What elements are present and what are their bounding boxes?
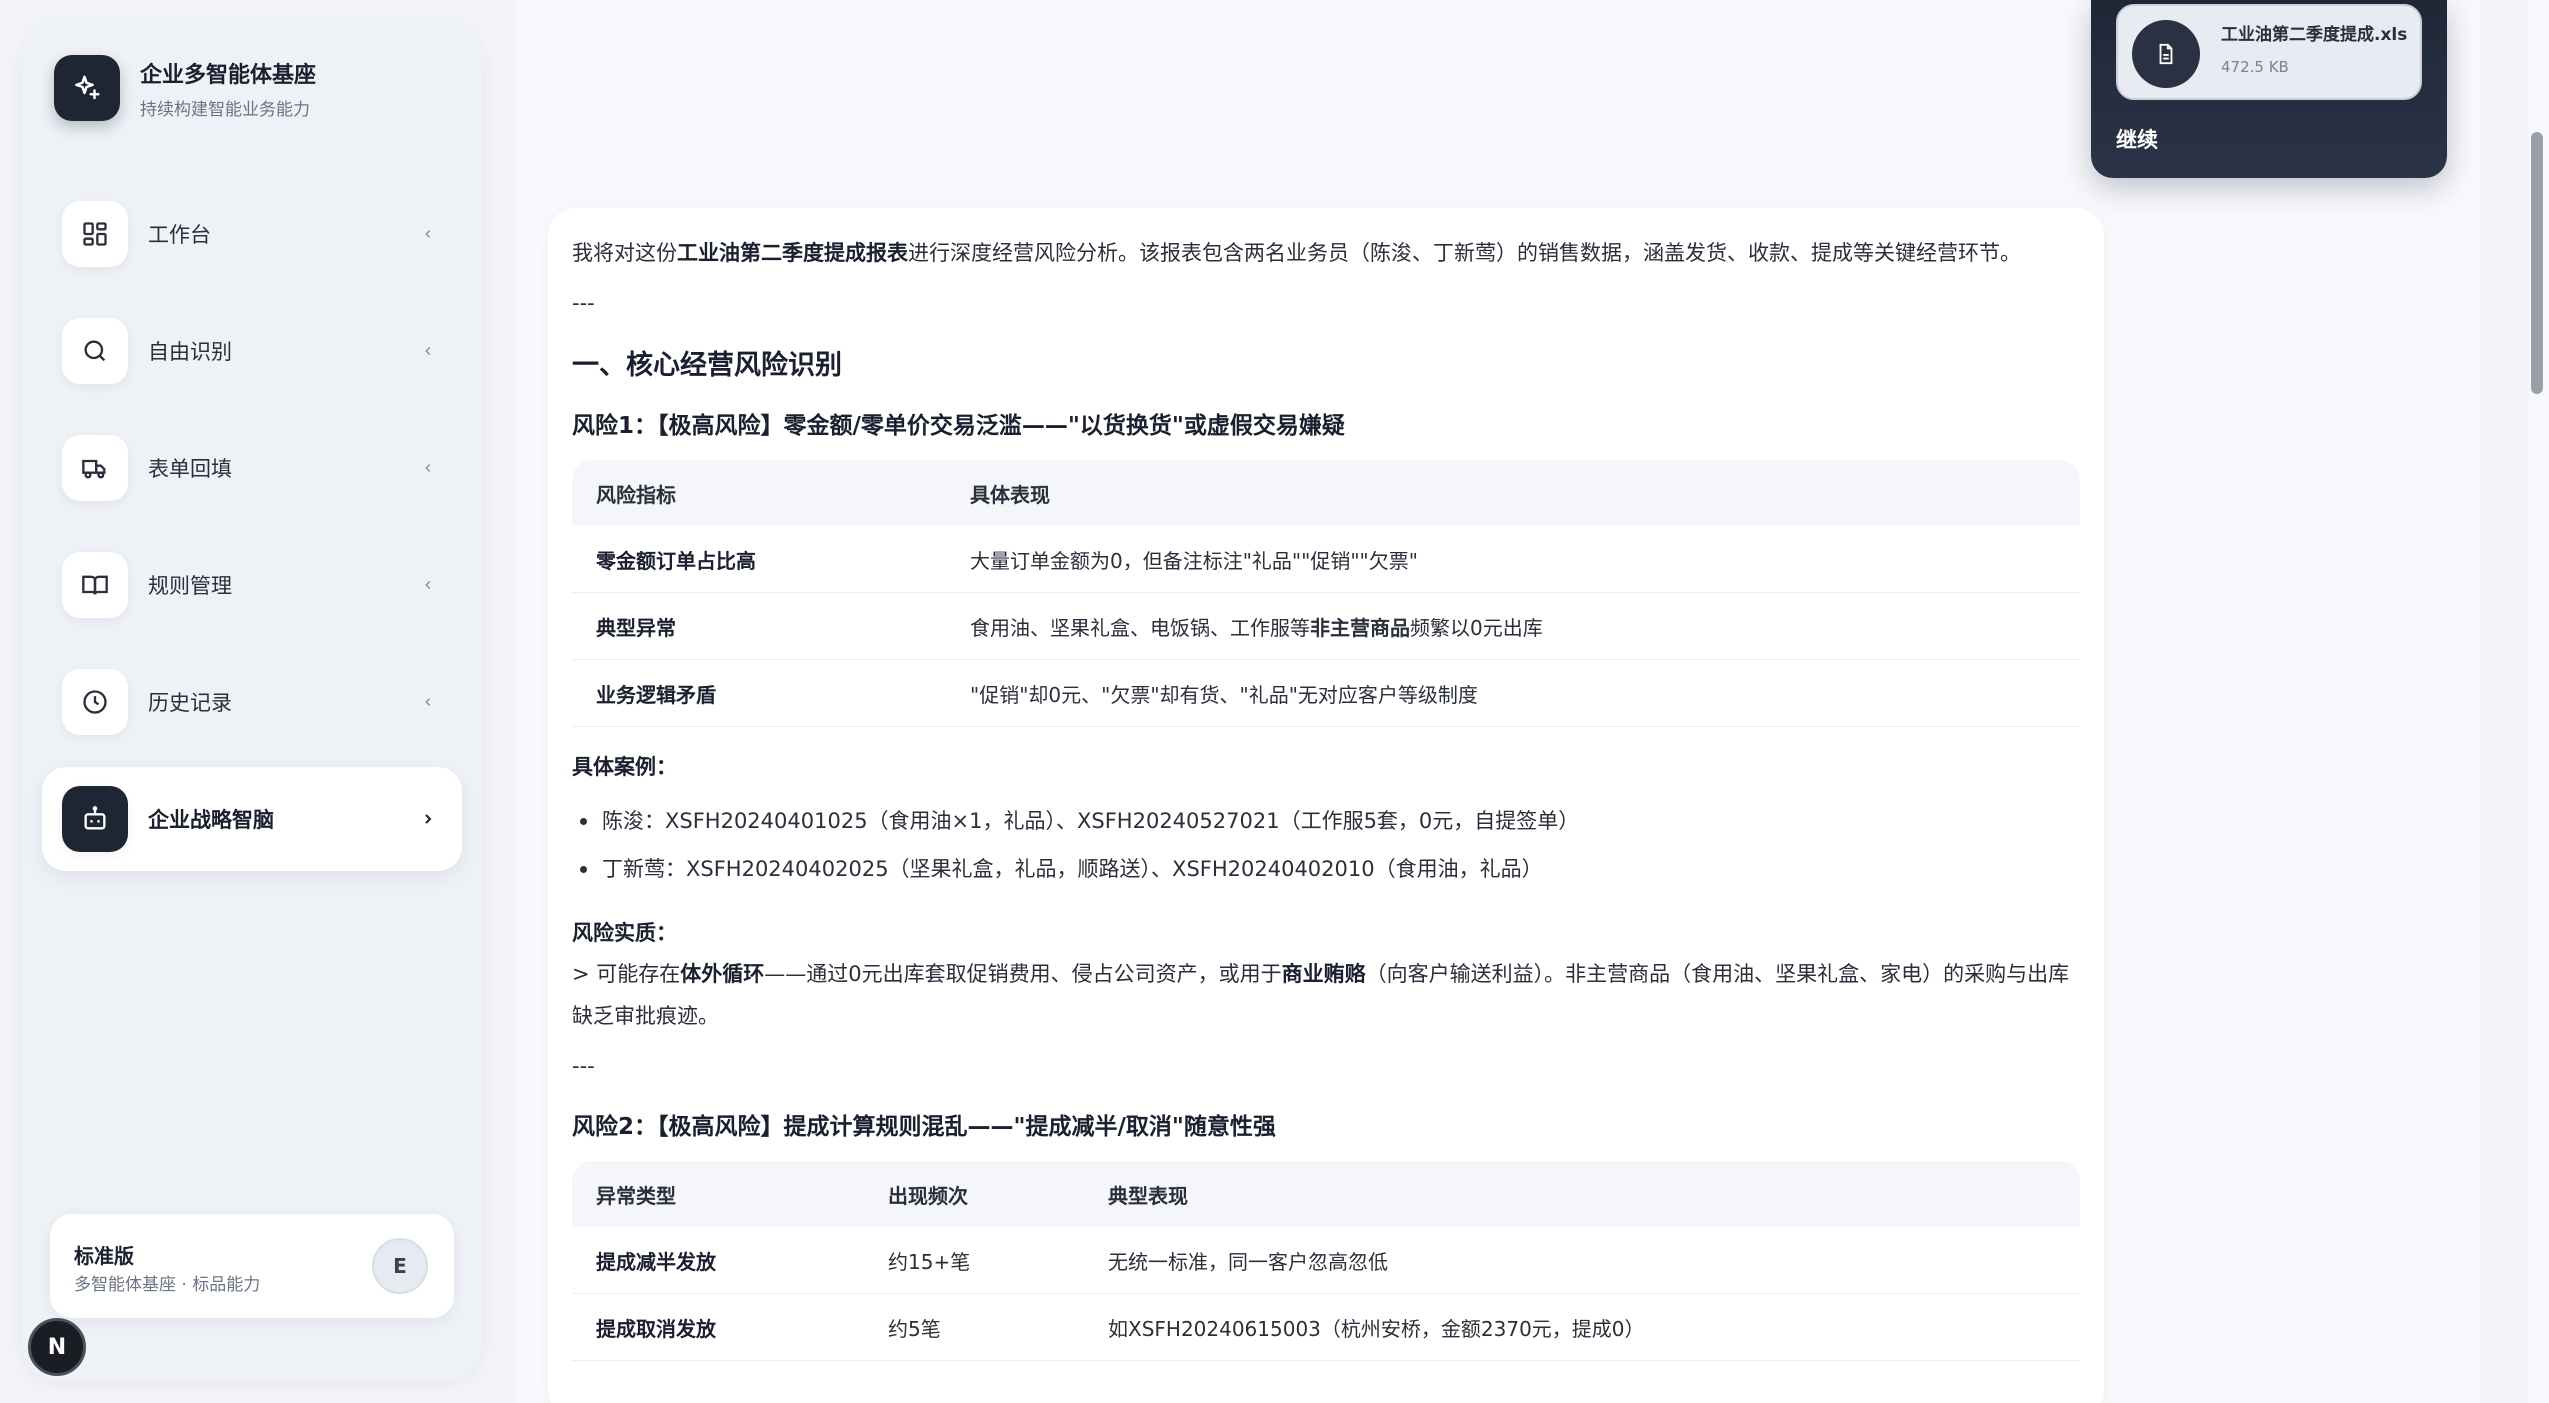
sidebar-item-label: 企业战略智脑 (148, 808, 274, 832)
message-card: 我将对这份工业油第二季度提成报表进行深度经营风险分析。该报表包含两名业务员（陈浚… (548, 208, 2104, 1403)
sidebar-item-free-recognition[interactable]: 自由识别 (42, 299, 462, 403)
chevron-left-icon (418, 224, 438, 244)
intro-text: 我将对这份 (572, 241, 677, 265)
plan-name: 标准版 (74, 1244, 134, 1268)
sidebar-item-label: 表单回填 (148, 457, 232, 481)
table-cell: 零金额订单占比高 (572, 526, 946, 593)
table-cell: 约5笔 (864, 1294, 1084, 1361)
chevron-right-icon (418, 809, 438, 829)
file-name: 工业油第二季度提成.xls (2221, 25, 2408, 45)
sidebar-item-history[interactable]: 历史记录 (42, 650, 462, 754)
table-row: 提成减半发放 约15+笔 无统一标准，同一客户忽高忽低 (572, 1227, 2080, 1294)
table-cell: "促销"却0元、"欠票"却有货、"礼品"无对应客户等级制度 (946, 660, 2080, 727)
plan-description: 多智能体基座 · 标品能力 (74, 1275, 261, 1295)
clock-icon (62, 669, 128, 735)
table-cell: 提成取消发放 (572, 1294, 864, 1361)
brand-subtitle: 持续构建智能业务能力 (140, 99, 310, 120)
chevron-left-icon (418, 692, 438, 712)
table-cell: 食用油、坚果礼盒、电饭锅、工作服等非主营商品频繁以0元出库 (946, 593, 2080, 660)
intro-bold: 工业油第二季度提成报表 (677, 241, 908, 265)
sidebar-item-label: 规则管理 (148, 574, 232, 598)
robot-icon (62, 786, 128, 852)
file-size: 472.5 KB (2221, 58, 2289, 76)
table-cell: 约15+笔 (864, 1227, 1084, 1294)
sidebar-item-rule-management[interactable]: 规则管理 (42, 533, 462, 637)
risk-title: 风险2：【极高风险】提成计算规则混乱——"提成减半/取消"随意性强 (572, 1114, 1276, 1140)
intro-paragraph: 我将对这份工业油第二季度提成报表进行深度经营风险分析。该报表包含两名业务员（陈浚… (572, 232, 2080, 274)
table-header: 出现频次 (864, 1161, 1084, 1227)
avatar[interactable]: E (372, 1238, 428, 1294)
separator: --- (572, 291, 595, 315)
risk-title: 风险1：【极高风险】零金额/零单价交易泛滥——"以货换货"或虚假交易嫌疑 (572, 413, 1345, 439)
brand: 企业多智能体基座 持续构建智能业务能力 (54, 55, 316, 121)
file-attachment[interactable]: 工业油第二季度提成.xls 472.5 KB (2116, 4, 2422, 100)
intro-text: 进行深度经营风险分析。该报表包含两名业务员（陈浚、丁新莺）的销售数据，涵盖发货、… (908, 241, 2021, 265)
table-cell: 典型异常 (572, 593, 946, 660)
continue-button[interactable]: 继续 (2116, 124, 2158, 154)
scrollbar-thumb[interactable] (2531, 132, 2543, 394)
table-row: 业务逻辑矛盾 "促销"却0元、"欠票"却有货、"礼品"无对应客户等级制度 (572, 660, 2080, 727)
table-row: 典型异常 食用油、坚果礼盒、电饭锅、工作服等非主营商品频繁以0元出库 (572, 593, 2080, 660)
table-cell: 大量订单金额为0，但备注标注"礼品""促销""欠票" (946, 526, 2080, 593)
table-header: 典型表现 (1084, 1161, 2080, 1227)
table-header: 具体表现 (946, 460, 2080, 526)
truck-icon (62, 435, 128, 501)
sidebar-item-label: 工作台 (148, 223, 211, 247)
sidebar: 企业多智能体基座 持续构建智能业务能力 工作台 自由识别 表单回填 规则管理 历… (22, 22, 482, 1380)
table-cell: 如XSFH20240615003（杭州安桥，金额2370元，提成0） (1084, 1294, 2080, 1361)
table-header: 风险指标 (572, 460, 946, 526)
file-document-icon (2132, 20, 2200, 88)
table-cell: 业务逻辑矛盾 (572, 660, 946, 727)
attachment-popup: 工业油第二季度提成.xls 472.5 KB 继续 (2091, 0, 2447, 178)
sidebar-item-label: 历史记录 (148, 691, 232, 715)
search-icon (62, 318, 128, 384)
chevron-left-icon (418, 341, 438, 361)
table-row: 零金额订单占比高 大量订单金额为0，但备注标注"礼品""促销""欠票" (572, 526, 2080, 593)
table-cell: 提成减半发放 (572, 1227, 864, 1294)
cases-label: 具体案例： (572, 755, 677, 779)
sidebar-nav: 工作台 自由识别 表单回填 规则管理 历史记录 企业战略智脑 (42, 182, 462, 884)
section-title: 一、核心经营风险识别 (572, 350, 842, 381)
list-item: 陈浚：XSFH20240401025（食用油×1，礼品）、XSFH2024052… (572, 797, 2080, 845)
table-cell: 无统一标准，同一客户忽高忽低 (1084, 1227, 2080, 1294)
chevron-left-icon (418, 575, 438, 595)
sparkle-icon (54, 55, 120, 121)
book-open-icon (62, 552, 128, 618)
dashboard-grid-icon (62, 201, 128, 267)
chevron-left-icon (418, 458, 438, 478)
sidebar-item-label: 自由识别 (148, 340, 232, 364)
essence-label: 风险实质： (572, 921, 677, 945)
cases-list: 陈浚：XSFH20240401025（食用油×1，礼品）、XSFH2024052… (572, 797, 2080, 893)
sidebar-item-strategy-brain[interactable]: 企业战略智脑 (42, 767, 462, 871)
plan-card[interactable]: 标准版 多智能体基座 · 标品能力 E (50, 1214, 454, 1318)
sidebar-item-form-backfill[interactable]: 表单回填 (42, 416, 462, 520)
separator: --- (572, 1054, 595, 1078)
risk-table-1: 风险指标 具体表现 零金额订单占比高 大量订单金额为0，但备注标注"礼品""促销… (572, 460, 2080, 727)
table-row: 提成取消发放 约5笔 如XSFH20240615003（杭州安桥，金额2370元… (572, 1294, 2080, 1361)
risk-table-2: 异常类型 出现频次 典型表现 提成减半发放 约15+笔 无统一标准，同一客户忽高… (572, 1161, 2080, 1361)
n-badge[interactable]: N (28, 1318, 86, 1376)
list-item: 丁新莺：XSFH20240402025（坚果礼盒，礼品，顺路送）、XSFH202… (572, 845, 2080, 893)
table-header: 异常类型 (572, 1161, 864, 1227)
brand-title: 企业多智能体基座 (140, 62, 317, 88)
sidebar-item-workbench[interactable]: 工作台 (42, 182, 462, 286)
essence-quote: > 可能存在体外循环——通过0元出库套取促销费用、侵占公司资产，或用于商业贿赂（… (572, 962, 2070, 1028)
